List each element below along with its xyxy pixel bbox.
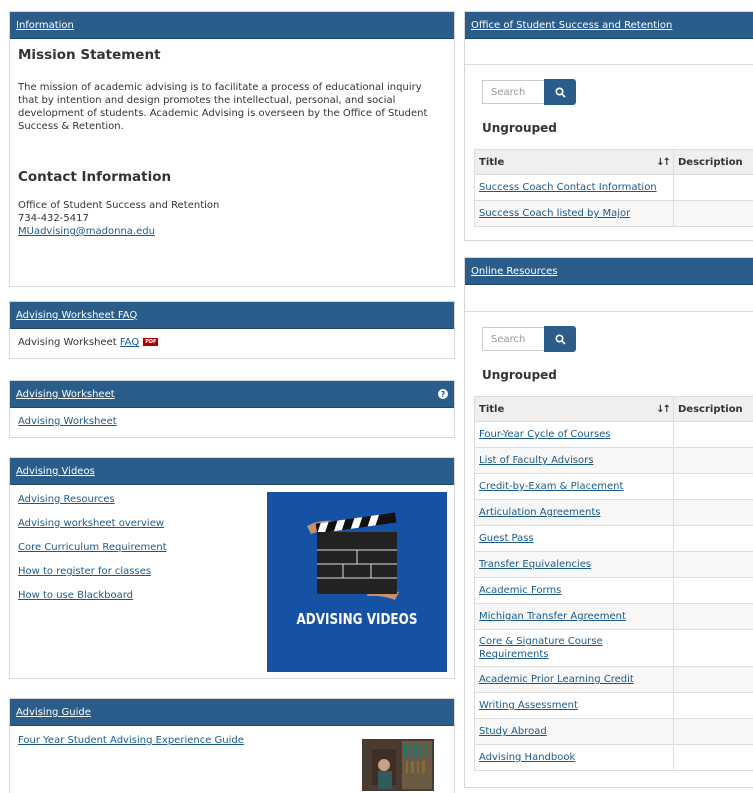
resource-link[interactable]: List of Faculty Advisors bbox=[479, 455, 593, 466]
table-row: Articulation Agreements bbox=[475, 500, 753, 526]
group-title: Ungrouped bbox=[482, 121, 753, 135]
resource-link[interactable]: Four-Year Cycle of Courses bbox=[479, 429, 611, 440]
videos-header-link[interactable]: Advising Videos bbox=[16, 466, 95, 477]
search-icon bbox=[555, 87, 566, 98]
sort-icon[interactable]: ↓↑ bbox=[656, 404, 669, 415]
contact-phone: 734-432-5417 bbox=[18, 212, 446, 225]
contact-title: Contact Information bbox=[18, 169, 446, 185]
online-panel: Online Resources Search Ungrouped Title↓… bbox=[464, 257, 753, 788]
resource-link[interactable]: Academic Prior Learning Credit bbox=[479, 674, 634, 685]
contact-office: Office of Student Success and Retention bbox=[18, 199, 446, 212]
table-row: Study Abroad bbox=[475, 719, 753, 745]
online-header-link[interactable]: Online Resources bbox=[471, 266, 558, 277]
table-row: Writing Assessment bbox=[475, 693, 753, 719]
table-row: Credit-by-Exam & Placement bbox=[475, 474, 753, 500]
videos-header: Advising Videos bbox=[10, 458, 454, 485]
advising-videos-caption: ADVISING VIDEOS bbox=[285, 610, 429, 628]
success-table: Title↓↑ Description Success Coach Contac… bbox=[474, 149, 753, 227]
guide-header: Advising Guide bbox=[10, 699, 454, 726]
resource-link[interactable]: Success Coach listed by Major bbox=[479, 208, 630, 219]
table-row: List of Faculty Advisors bbox=[475, 448, 753, 474]
video-link[interactable]: Advising worksheet overview bbox=[18, 518, 164, 529]
worksheet-link[interactable]: Advising Worksheet bbox=[18, 416, 117, 427]
resource-link[interactable]: Credit-by-Exam & Placement bbox=[479, 481, 623, 492]
success-panel: Office of Student Success and Retention … bbox=[464, 11, 753, 241]
search-button[interactable] bbox=[544, 79, 576, 105]
table-row: Success Coach Contact Information bbox=[475, 175, 753, 201]
worksheet-faq-header: Advising Worksheet FAQ bbox=[10, 302, 454, 329]
video-link[interactable]: How to register for classes bbox=[18, 566, 151, 577]
mission-text: The mission of academic advising is to f… bbox=[18, 81, 443, 133]
success-header: Office of Student Success and Retention bbox=[465, 12, 753, 39]
advising-videos-image[interactable]: ADVISING VIDEOS bbox=[267, 492, 447, 672]
contact-email-link[interactable]: MUadvising@madonna.edu bbox=[18, 226, 155, 237]
online-table: Title↓↑ Description Four-Year Cycle of C… bbox=[474, 396, 753, 771]
table-row: Academic Forms bbox=[475, 578, 753, 604]
table-row: Core & Signature Course Requirements bbox=[475, 630, 753, 667]
search-icon bbox=[555, 334, 566, 345]
guide-panel: Advising Guide Four Year Student Advisin… bbox=[9, 698, 455, 793]
resource-link[interactable]: Transfer Equivalencies bbox=[479, 559, 591, 570]
mission-title: Mission Statement bbox=[18, 47, 446, 63]
guide-header-link[interactable]: Advising Guide bbox=[16, 707, 91, 718]
group-title: Ungrouped bbox=[482, 368, 753, 382]
video-link[interactable]: How to use Blackboard bbox=[18, 590, 133, 601]
resource-link[interactable]: Writing Assessment bbox=[479, 700, 578, 711]
search-input[interactable]: Search bbox=[482, 80, 544, 104]
guide-link[interactable]: Four Year Student Advising Experience Gu… bbox=[18, 735, 244, 746]
sort-icon[interactable]: ↓↑ bbox=[656, 157, 669, 168]
description-column-header: Description bbox=[674, 150, 753, 175]
resource-link[interactable]: Academic Forms bbox=[479, 585, 561, 596]
guide-thumbnail[interactable] bbox=[362, 739, 434, 791]
worksheet-faq-text: Advising Worksheet bbox=[18, 337, 120, 348]
worksheet-header: Advising Worksheet ? bbox=[10, 381, 454, 408]
worksheet-header-link[interactable]: Advising Worksheet bbox=[16, 389, 115, 400]
resource-link[interactable]: Advising Handbook bbox=[479, 752, 575, 763]
information-panel: Information Mission Statement The missio… bbox=[9, 11, 455, 287]
library-image-icon bbox=[362, 739, 434, 791]
table-row: Advising Handbook bbox=[475, 745, 753, 771]
worksheet-faq-link[interactable]: FAQ bbox=[120, 337, 139, 348]
table-row: Transfer Equivalencies bbox=[475, 552, 753, 578]
table-row: Michigan Transfer Agreement bbox=[475, 604, 753, 630]
resource-link[interactable]: Success Coach Contact Information bbox=[479, 182, 657, 193]
description-column-header: Description bbox=[674, 397, 753, 422]
clapperboard-icon bbox=[267, 500, 447, 610]
pdf-icon: PDF bbox=[143, 338, 158, 346]
resource-link[interactable]: Michigan Transfer Agreement bbox=[479, 611, 626, 622]
table-row: Four-Year Cycle of Courses bbox=[475, 422, 753, 448]
title-column-header[interactable]: Title↓↑ bbox=[475, 397, 674, 422]
videos-panel: Advising Videos Advising Resources Advis… bbox=[9, 457, 455, 679]
success-header-link[interactable]: Office of Student Success and Retention bbox=[471, 20, 672, 31]
information-header-link[interactable]: Information bbox=[16, 20, 74, 31]
table-row: Success Coach listed by Major bbox=[475, 201, 753, 227]
online-header: Online Resources bbox=[465, 258, 753, 285]
worksheet-faq-header-link[interactable]: Advising Worksheet FAQ bbox=[16, 310, 137, 321]
search-input[interactable]: Search bbox=[482, 327, 544, 351]
resource-link[interactable]: Core & Signature Course Requirements bbox=[479, 635, 629, 661]
worksheet-faq-panel: Advising Worksheet FAQ Advising Workshee… bbox=[9, 301, 455, 359]
help-icon[interactable]: ? bbox=[438, 389, 448, 399]
title-column-header[interactable]: Title↓↑ bbox=[475, 150, 674, 175]
search-button[interactable] bbox=[544, 326, 576, 352]
information-header: Information bbox=[10, 12, 454, 39]
table-row: Academic Prior Learning Credit bbox=[475, 667, 753, 693]
table-row: Guest Pass bbox=[475, 526, 753, 552]
resource-link[interactable]: Articulation Agreements bbox=[479, 507, 600, 518]
video-link[interactable]: Advising Resources bbox=[18, 494, 115, 505]
resource-link[interactable]: Guest Pass bbox=[479, 533, 534, 544]
video-link[interactable]: Core Curriculum Requirement bbox=[18, 542, 167, 553]
worksheet-panel: Advising Worksheet ? Advising Worksheet bbox=[9, 380, 455, 438]
resource-link[interactable]: Study Abroad bbox=[479, 726, 547, 737]
